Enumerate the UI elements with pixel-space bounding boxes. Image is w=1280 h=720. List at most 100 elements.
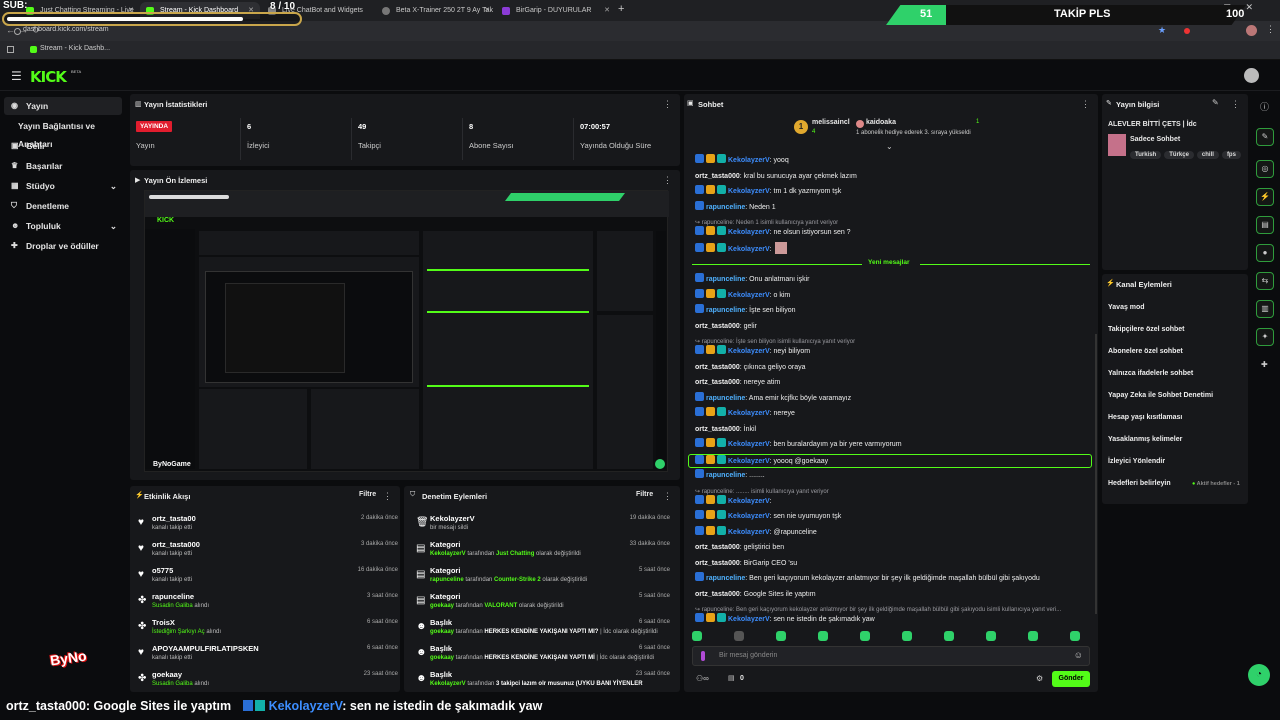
- sidebar-item-topluluk[interactable]: ☻ Topluluk ⌄: [4, 217, 122, 235]
- more-options-icon[interactable]: ⋮: [1081, 99, 1090, 110]
- chat-message[interactable]: rapunceline: Neden 1: [695, 200, 1095, 215]
- quick-action-button[interactable]: ✎: [1256, 128, 1274, 146]
- mod-actor[interactable]: rapunceline: [430, 577, 464, 583]
- emote-icon[interactable]: [818, 631, 828, 641]
- emote-icon[interactable]: [1028, 631, 1038, 641]
- tag[interactable]: fps: [1221, 151, 1241, 159]
- hamburger-menu-icon[interactable]: ☰: [11, 69, 22, 83]
- channel-action-row[interactable]: Yalnızca ifadelerle sohbet: [1108, 364, 1248, 384]
- more-options-icon[interactable]: ⋮: [663, 491, 672, 502]
- activity-user[interactable]: o5775: [152, 566, 173, 575]
- chat-message[interactable]: ortz_tasta000: çıkınca geliyo oraya: [695, 361, 1095, 375]
- channel-action-row[interactable]: İzleyici Yönlendir: [1108, 452, 1248, 472]
- send-button[interactable]: Gönder: [1052, 671, 1090, 687]
- emote-icon[interactable]: [692, 631, 702, 641]
- chat-username[interactable]: rapunceline: [706, 276, 745, 283]
- chat-username[interactable]: KekolayzerV: [728, 513, 770, 520]
- quick-action-button[interactable]: ▥: [1256, 300, 1274, 318]
- more-options-icon[interactable]: ⋮: [383, 491, 392, 502]
- chat-username[interactable]: KekolayzerV: [728, 157, 770, 164]
- chat-message[interactable]: ortz_tasta000: BirGarip CEO 'su: [695, 557, 1095, 571]
- chat-message[interactable]: KekolayzerV: yooq: [695, 154, 1095, 168]
- quick-action-button[interactable]: ●: [1256, 244, 1274, 262]
- pinned-user-2[interactable]: kaidoaka: [866, 119, 896, 126]
- mod-actor[interactable]: KekolayzerV: [430, 551, 466, 557]
- category-name[interactable]: Sadece Sohbet: [1130, 136, 1180, 143]
- chat-message[interactable]: ortz_tasta000: geliştirici ben: [695, 541, 1095, 555]
- channel-action-row[interactable]: Yapay Zeka ile Sohbet Denetimi↗: [1108, 386, 1248, 406]
- collapse-icon[interactable]: ⌄: [886, 142, 893, 151]
- chat-username[interactable]: ortz_tasta000: [695, 173, 740, 180]
- activity-user[interactable]: rapunceline: [152, 592, 194, 601]
- channel-action-row[interactable]: Yasaklanmış kelimeler›: [1108, 430, 1248, 450]
- activity-user[interactable]: ortz_tasta00: [152, 514, 196, 523]
- tag[interactable]: Türkçe: [1164, 151, 1194, 159]
- chat-message[interactable]: rapunceline: Ben geri kaçıyorum kekolayz…: [695, 572, 1095, 586]
- chat-message[interactable]: KekolayzerV: tm 1 dk yazmıyom tşk: [695, 185, 1095, 199]
- chat-message[interactable]: ortz_tasta000: nereye atim: [695, 376, 1095, 390]
- chat-message[interactable]: KekolayzerV:: [695, 241, 1095, 256]
- site-info-icon[interactable]: [14, 28, 21, 35]
- emote-icon[interactable]: [944, 631, 954, 641]
- chat-message[interactable]: rapunceline: Onu anlatmanı işkir: [695, 273, 1095, 287]
- channel-action-row[interactable]: Takipçilere özel sohbet›: [1108, 320, 1248, 340]
- close-icon[interactable]: ✕: [604, 2, 610, 19]
- chat-username[interactable]: KekolayzerV: [728, 348, 770, 355]
- chat-username[interactable]: rapunceline: [706, 472, 745, 479]
- browser-tab[interactable]: BirGarip - DUYURULAR ✕: [496, 2, 616, 19]
- sidebar-item-gelir[interactable]: ▣ Gelir: [4, 137, 122, 155]
- chat-message[interactable]: KekolayzerV: sen ne istedin de şakımadık…: [695, 613, 1095, 627]
- kick-logo[interactable]: KICK: [30, 68, 67, 86]
- edit-icon[interactable]: ✎: [1212, 98, 1219, 107]
- filter-button[interactable]: Filtre: [359, 491, 376, 498]
- chat-message[interactable]: KekolayzerV: neyi biliyom: [695, 345, 1095, 359]
- chat-message[interactable]: KekolayzerV:: [695, 494, 1095, 509]
- more-options-icon[interactable]: ⋮: [1231, 99, 1240, 110]
- chat-username[interactable]: ortz_tasta000: [695, 364, 740, 371]
- add-widget-icon[interactable]: ✚: [1261, 360, 1268, 369]
- tag[interactable]: chill: [1196, 151, 1219, 159]
- emoji-icon[interactable]: ☺: [1074, 650, 1083, 660]
- activity-user[interactable]: TroisX: [152, 618, 175, 627]
- chat-username[interactable]: KekolayzerV: [728, 410, 770, 417]
- chat-username[interactable]: KekolayzerV: [728, 616, 770, 623]
- stream-preview-video[interactable]: KICK ByNoGame: [144, 190, 669, 472]
- channel-action-row[interactable]: Abonelere özel sohbet: [1108, 342, 1248, 362]
- chat-message[interactable]: KekolayzerV: yoooq @goekaay: [688, 453, 1092, 468]
- new-tab-button[interactable]: +: [618, 3, 624, 15]
- chat-username[interactable]: KekolayzerV: [728, 188, 770, 195]
- chat-message[interactable]: KekolayzerV: o kim: [695, 288, 1095, 303]
- chat-username[interactable]: ortz_tasta000: [695, 560, 740, 567]
- quick-action-button[interactable]: ⇆: [1256, 272, 1274, 290]
- chat-username[interactable]: ortz_tasta000: [695, 591, 740, 598]
- chat-username[interactable]: rapunceline: [706, 575, 745, 582]
- chat-message[interactable]: KekolayzerV: ben buralardayım ya bir yer…: [695, 438, 1095, 452]
- close-icon[interactable]: ✕: [484, 2, 490, 19]
- activity-user[interactable]: ortz_tasta000: [152, 540, 200, 549]
- more-options-icon[interactable]: ⋮: [663, 99, 672, 110]
- chat-username[interactable]: KekolayzerV: [728, 441, 770, 448]
- chat-username[interactable]: KekolayzerV: [728, 529, 770, 536]
- quick-action-button[interactable]: ✦: [1256, 328, 1274, 346]
- channel-action-row[interactable]: Yavaş mod›: [1108, 298, 1248, 318]
- activity-user[interactable]: APOYAAMPULFIRLATIPSKEN: [152, 644, 259, 653]
- emote-icon[interactable]: [902, 631, 912, 641]
- chat-username[interactable]: ortz_tasta000: [695, 544, 740, 551]
- user-avatar[interactable]: [1244, 68, 1259, 83]
- tag[interactable]: Turkish: [1130, 151, 1162, 159]
- chat-username[interactable]: KekolayzerV: [728, 498, 770, 505]
- chat-message[interactable]: rapunceline: Ama emir kcjfkc böyle varam…: [695, 391, 1095, 406]
- chat-message[interactable]: ortz_tasta000: Google Sites ile yaptım: [695, 588, 1095, 602]
- chat-username[interactable]: rapunceline: [706, 395, 745, 402]
- emote-icon[interactable]: [734, 631, 744, 641]
- apps-icon[interactable]: [7, 46, 14, 53]
- chat-username[interactable]: KekolayzerV: [728, 229, 770, 236]
- mod-actor[interactable]: KekolayzerV: [430, 681, 466, 687]
- chat-users-icon[interactable]: ⚇∞: [696, 674, 709, 683]
- settings-icon[interactable]: ⚙: [1036, 674, 1043, 683]
- mod-actor[interactable]: goekaay: [430, 655, 454, 661]
- chat-message[interactable]: KekolayzerV: nereye: [695, 407, 1095, 421]
- sidebar-item-basarilar[interactable]: ♛ Başarılar: [4, 157, 122, 175]
- activity-user[interactable]: goekaay: [152, 670, 182, 679]
- profile-avatar[interactable]: [1246, 25, 1257, 36]
